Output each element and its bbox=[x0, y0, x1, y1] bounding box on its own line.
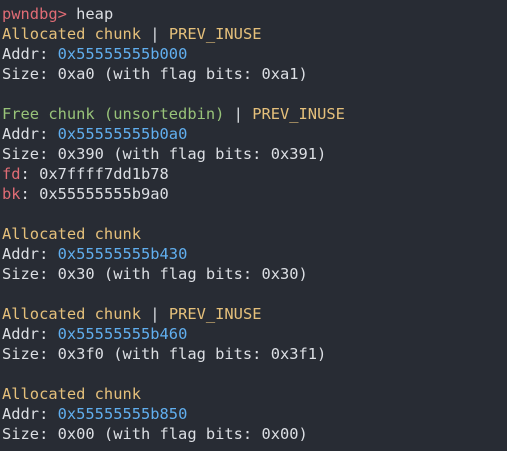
chunk-address: 0x55555555b0a0 bbox=[57, 125, 188, 143]
chunk-header: Allocated chunk | PREV_INUSE bbox=[2, 24, 507, 44]
chunk-size-line: Size: 0xa0 (with flag bits: 0xa1) bbox=[2, 65, 308, 83]
chunk-flag: PREV_INUSE bbox=[252, 105, 345, 123]
chunk-status: Allocated chunk bbox=[2, 385, 141, 403]
addr-label: Addr: bbox=[2, 405, 58, 423]
chunk-address: 0x55555555b430 bbox=[57, 245, 188, 263]
fd-line: fd: 0x7ffff7dd1b78 bbox=[2, 164, 507, 184]
fd-value: : 0x7ffff7dd1b78 bbox=[20, 165, 169, 183]
addr-label: Addr: bbox=[2, 45, 58, 63]
chunk-flag: PREV_INUSE bbox=[168, 305, 262, 323]
chunk-addr-line: Addr: 0x55555555b000 bbox=[2, 44, 507, 64]
addr-label: Addr: bbox=[2, 125, 58, 143]
chunk-size-line: Size: 0x30 (with flag bits: 0x30) bbox=[2, 265, 308, 283]
chunk-status: Allocated chunk bbox=[2, 25, 141, 43]
chunk-status: Free chunk (unsortedbin) bbox=[2, 105, 225, 123]
chunk-status: Allocated chunk bbox=[2, 305, 141, 323]
bk-value: : 0x55555555b9a0 bbox=[20, 185, 169, 203]
bk-label: bk bbox=[2, 185, 21, 203]
chunk-size-line: Size: 0x390 (with flag bits: 0x391) bbox=[2, 145, 327, 163]
chunk-header: Free chunk (unsortedbin) | PREV_INUSE bbox=[2, 104, 507, 124]
chunk-addr-line: Addr: 0x55555555b850 bbox=[2, 404, 507, 424]
addr-label: Addr: bbox=[2, 245, 58, 263]
chunk-addr-line: Addr: 0x55555555b0a0 bbox=[2, 124, 507, 144]
command-text: heap bbox=[76, 5, 114, 23]
chunk-header: Allocated chunk | PREV_INUSE bbox=[2, 304, 507, 324]
prompt: pwndbg> bbox=[2, 5, 77, 23]
fd-label: fd bbox=[2, 165, 21, 183]
chunk-header: Allocated chunk bbox=[2, 224, 507, 244]
chunk-address: 0x55555555b460 bbox=[57, 325, 188, 343]
terminal-output[interactable]: pwndbg> heap Allocated chunk | PREV_INUS… bbox=[0, 0, 507, 451]
command-line: pwndbg> heap bbox=[2, 4, 507, 24]
chunk-separator: | bbox=[224, 105, 253, 123]
chunk-address: 0x55555555b850 bbox=[57, 405, 188, 423]
chunk-separator: | bbox=[141, 305, 169, 323]
chunk-header: Allocated chunk bbox=[2, 384, 507, 404]
chunk-separator: | bbox=[141, 25, 169, 43]
chunk-size-line: Size: 0x3f0 (with flag bits: 0x3f1) bbox=[2, 345, 327, 363]
chunk-size-line: Size: 0x00 (with flag bits: 0x00) bbox=[2, 425, 308, 443]
chunk-address: 0x55555555b000 bbox=[57, 45, 188, 63]
chunk-addr-line: Addr: 0x55555555b430 bbox=[2, 244, 507, 264]
addr-label: Addr: bbox=[2, 325, 58, 343]
chunk-flag: PREV_INUSE bbox=[168, 25, 262, 43]
chunk-status: Allocated chunk bbox=[2, 225, 141, 243]
bk-line: bk: 0x55555555b9a0 bbox=[2, 184, 507, 204]
chunk-addr-line: Addr: 0x55555555b460 bbox=[2, 324, 507, 344]
